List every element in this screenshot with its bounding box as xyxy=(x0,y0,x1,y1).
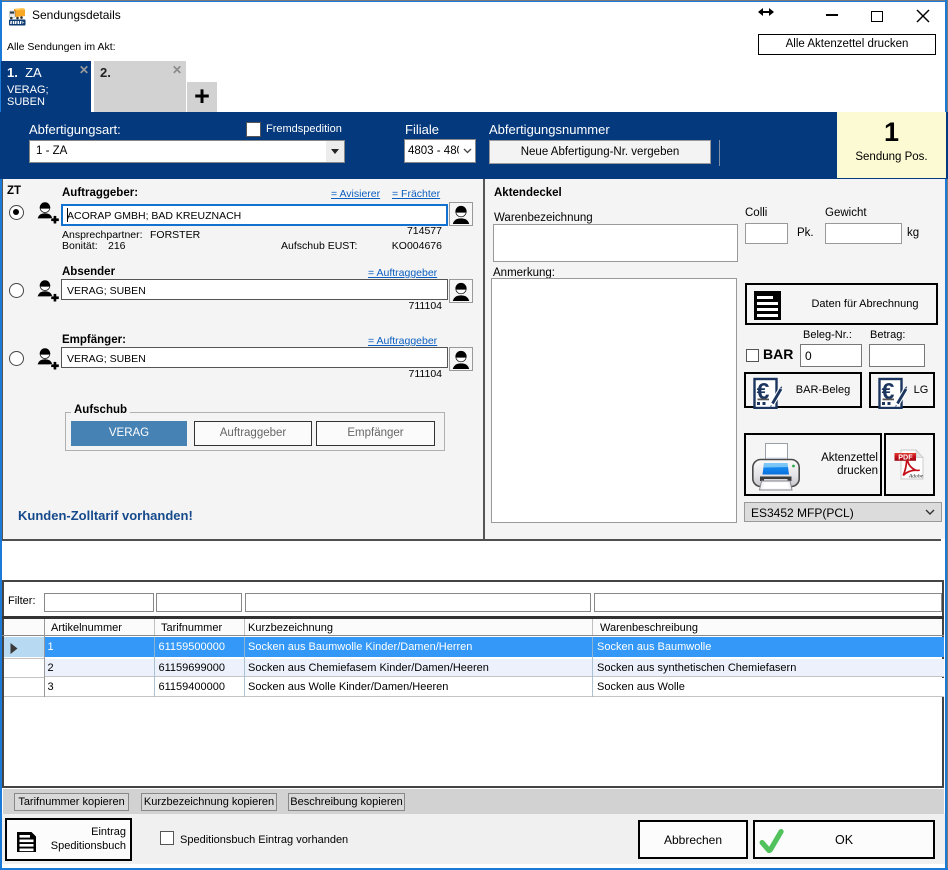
svg-text:Adobe: Adobe xyxy=(908,474,924,480)
svg-text:PDF: PDF xyxy=(898,452,913,461)
